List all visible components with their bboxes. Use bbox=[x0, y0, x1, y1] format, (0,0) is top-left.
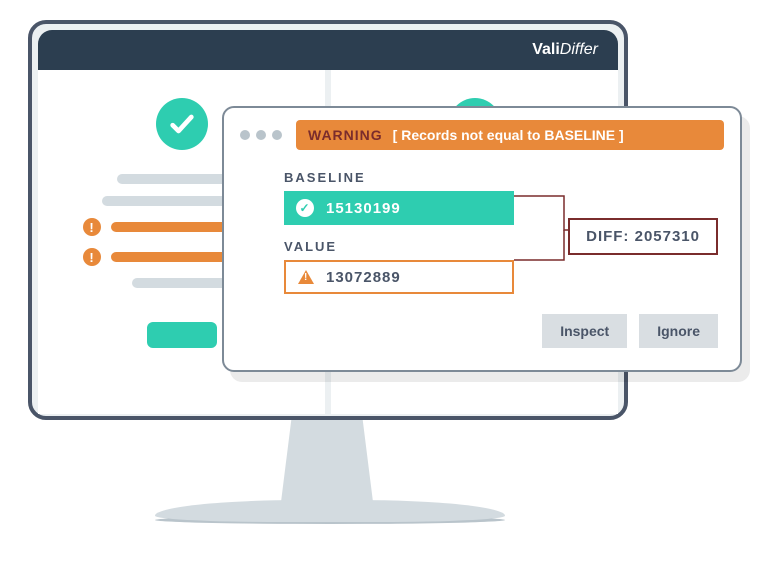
ignore-button[interactable]: Ignore bbox=[639, 314, 718, 348]
diff-value-box: DIFF: 2057310 bbox=[568, 218, 718, 255]
current-value: 13072889 bbox=[326, 269, 401, 286]
diff-value: DIFF: 2057310 bbox=[586, 228, 700, 245]
placeholder-bar bbox=[132, 278, 232, 288]
dialog-header: WARNING [ Records not equal to BASELINE … bbox=[224, 108, 740, 160]
warning-triangle-icon bbox=[298, 270, 314, 284]
window-dot[interactable] bbox=[240, 130, 250, 140]
window-dot[interactable] bbox=[256, 130, 266, 140]
window-dot[interactable] bbox=[272, 130, 282, 140]
app-brand: ValiDiffer bbox=[532, 41, 598, 59]
check-badge-icon: ✓ bbox=[296, 199, 314, 217]
baseline-value: 15130199 bbox=[326, 200, 401, 217]
check-icon bbox=[156, 98, 208, 150]
dialog-actions: Inspect Ignore bbox=[224, 294, 740, 354]
warning-message: [ Records not equal to BASELINE ] bbox=[393, 127, 624, 143]
warning-tag: WARNING bbox=[308, 127, 383, 143]
value-box: 13072889 bbox=[284, 260, 514, 294]
monitor-stand-neck bbox=[280, 420, 374, 510]
brand-italic: Differ bbox=[560, 41, 598, 58]
warning-banner: WARNING [ Records not equal to BASELINE … bbox=[296, 120, 724, 150]
dialog-body: BASELINE ✓ 15130199 VALUE 13072889 DIFF:… bbox=[224, 160, 740, 294]
alert-icon: ! bbox=[83, 218, 101, 236]
inspect-button[interactable]: Inspect bbox=[542, 314, 627, 348]
baseline-label: BASELINE bbox=[284, 170, 718, 185]
baseline-value-box: ✓ 15130199 bbox=[284, 191, 514, 225]
app-topbar: ValiDiffer bbox=[38, 30, 618, 70]
confirm-button[interactable] bbox=[147, 322, 217, 348]
alert-icon: ! bbox=[83, 248, 101, 266]
window-controls bbox=[240, 130, 282, 140]
brand-bold: Vali bbox=[532, 41, 560, 58]
monitor-stand-base bbox=[155, 500, 505, 522]
warning-dialog: WARNING [ Records not equal to BASELINE … bbox=[222, 106, 742, 372]
